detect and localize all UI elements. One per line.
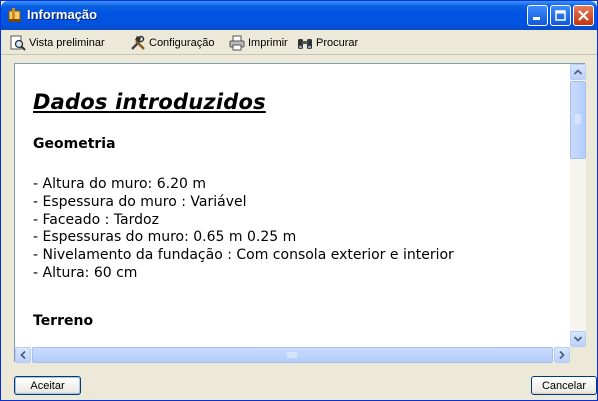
list-item: - Espessuras do muro: 0.65 m 0.25 m [33, 229, 297, 246]
geometry-list: - Altura do muro: 6.20 m - Espessura do … [33, 176, 454, 283]
information-window: Informação Vista preliminar Configuração… [0, 0, 598, 401]
search-button[interactable]: Procurar [297, 35, 358, 51]
print-label: Imprimir [248, 37, 288, 49]
report-content: Dados introduzidos Geometria - Altura do… [15, 64, 570, 347]
configuration-button[interactable]: Configuração [130, 35, 214, 51]
scroll-down-button[interactable] [570, 331, 586, 347]
binoculars-icon [298, 39, 312, 49]
preview-button[interactable]: Vista preliminar [10, 35, 105, 51]
tools-icon [131, 35, 145, 50]
magnifier-page-icon [10, 35, 26, 51]
maximize-button[interactable] [550, 5, 571, 26]
app-icon [7, 7, 23, 23]
minimize-button[interactable] [527, 5, 548, 26]
list-item: - Faceado : Tardoz [33, 211, 159, 228]
section-heading-geometry: Geometria [33, 136, 116, 152]
list-item: - Nivelamento da fundação : Com consola … [33, 247, 454, 264]
scrollbar-corner [570, 347, 586, 363]
horizontal-scrollbar[interactable] [15, 347, 570, 363]
chevron-up-icon [573, 69, 583, 75]
accept-button[interactable]: Aceitar [14, 376, 81, 395]
scroll-left-button[interactable] [15, 347, 31, 363]
toolbar: Vista preliminar Configuração Imprimir P… [1, 30, 597, 55]
close-button[interactable] [573, 5, 594, 26]
report-viewer[interactable]: Dados introduzidos Geometria - Altura do… [14, 63, 586, 363]
search-label: Procurar [316, 37, 359, 49]
section-heading-terrain: Terreno [33, 313, 94, 329]
vertical-scrollbar[interactable] [570, 64, 586, 347]
grip-icon [575, 114, 581, 124]
scroll-right-button[interactable] [554, 347, 570, 363]
title-bar[interactable]: Informação [1, 1, 597, 30]
chevron-right-icon [559, 350, 565, 360]
configuration-label: Configuração [149, 37, 215, 49]
list-item: - Espessura do muro : Variável [33, 193, 247, 210]
printer-icon [229, 35, 245, 51]
print-button[interactable]: Imprimir [229, 35, 288, 51]
document-title: Dados introduzidos [33, 90, 266, 114]
grip-icon [287, 352, 297, 358]
list-item: - Altura do muro: 6.20 m [33, 176, 206, 192]
scroll-up-button[interactable] [570, 64, 586, 80]
chevron-down-icon [573, 336, 583, 342]
window-title: Informação [27, 7, 98, 22]
vertical-scroll-thumb[interactable] [570, 81, 586, 159]
list-item: - Altura: 60 cm [33, 264, 138, 281]
chevron-left-icon [20, 350, 26, 360]
horizontal-scroll-thumb[interactable] [32, 347, 553, 363]
preview-label: Vista preliminar [29, 37, 105, 49]
cancel-button[interactable]: Cancelar [531, 376, 597, 395]
